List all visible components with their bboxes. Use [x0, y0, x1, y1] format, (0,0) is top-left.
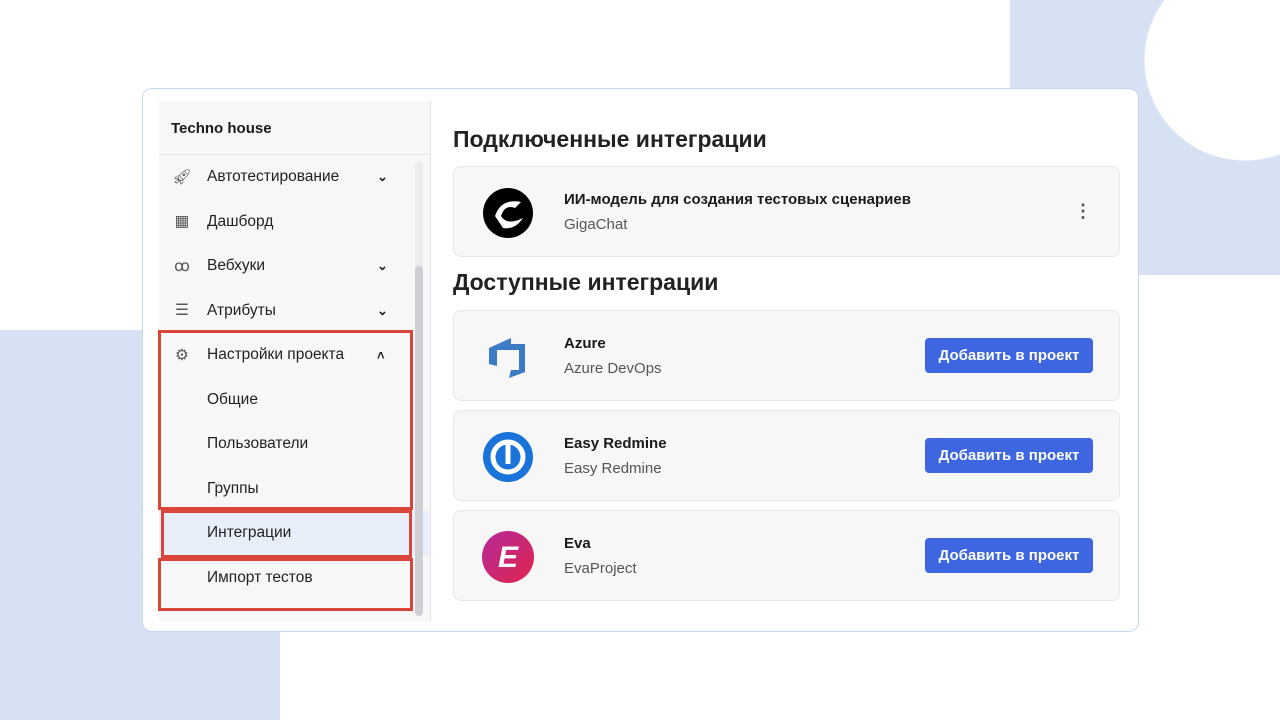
connected-title: Подключенные интеграции	[453, 126, 767, 152]
sidebar-item-dashboard[interactable]: ▦ Дашборд	[159, 200, 430, 245]
sidebar-item-autotesting[interactable]: 🚀︎ Автотестирование ⌄	[159, 155, 430, 200]
highlight-box	[158, 330, 413, 510]
chevron-down-icon: ⌄	[377, 302, 388, 318]
dashboard-icon: ▦	[174, 213, 190, 231]
chevron-down-icon: ⌄	[377, 169, 388, 185]
label: Автотестирование	[207, 168, 340, 186]
integration-subtitle: Easy Redmine	[564, 460, 662, 477]
integration-title: Eva	[564, 535, 591, 552]
eva-logo-icon: E	[482, 531, 534, 583]
add-to-project-button[interactable]: Добавить в проект	[925, 338, 1093, 373]
add-to-project-button[interactable]: Добавить в проект	[925, 538, 1093, 573]
rocket-icon: 🚀︎	[172, 168, 192, 186]
app-window: Techno house 🚀︎ Автотестирование ⌄ ▦ Дашбор…	[142, 88, 1139, 632]
highlight-box	[161, 510, 412, 558]
sidebar-item-attributes[interactable]: ☰ Атрибуты ⌄	[159, 289, 430, 334]
easy-redmine-logo-icon	[483, 432, 533, 482]
integration-subtitle: Azure DevOps	[564, 360, 662, 377]
more-options-icon[interactable]: ⋮	[1074, 201, 1092, 222]
main-content: Подключенные интеграции ИИ-модель для со…	[453, 89, 1122, 631]
label: Атрибуты	[207, 301, 276, 319]
integration-subtitle: EvaProject	[564, 560, 637, 577]
integration-title: ИИ-модель для создания тестовых сценарие…	[564, 191, 911, 208]
gigachat-logo-icon	[483, 188, 533, 238]
chevron-down-icon: ⌄	[377, 258, 388, 274]
integration-title: Easy Redmine	[564, 435, 667, 452]
svg-text:E: E	[498, 541, 519, 574]
integration-title: Azure	[564, 335, 606, 352]
scrollbar-thumb[interactable]	[415, 266, 423, 616]
azure-devops-logo-icon	[489, 338, 525, 378]
available-title: Доступные интеграции	[453, 269, 719, 295]
webhook-icon: ꝏ	[174, 257, 190, 275]
integration-card-azure: Azure Azure DevOps Добавить в проект	[453, 310, 1120, 401]
integration-subtitle: GigaChat	[564, 216, 628, 233]
sidebar-item-webhooks[interactable]: ꝏ Вебхуки ⌄	[159, 244, 430, 289]
highlight-box	[158, 558, 413, 611]
integration-card-gigachat: ИИ-модель для создания тестовых сценарие…	[453, 166, 1120, 257]
integration-card-easy-redmine: Easy Redmine Easy Redmine Добавить в про…	[453, 410, 1120, 501]
project-name: Techno house	[159, 101, 430, 155]
add-to-project-button[interactable]: Добавить в проект	[925, 438, 1093, 473]
label: Дашборд	[207, 212, 274, 230]
label: Вебхуки	[207, 257, 266, 275]
attributes-icon: ☰	[175, 302, 189, 320]
integration-card-eva: E Eva EvaProject Добавить в проект	[453, 510, 1120, 601]
